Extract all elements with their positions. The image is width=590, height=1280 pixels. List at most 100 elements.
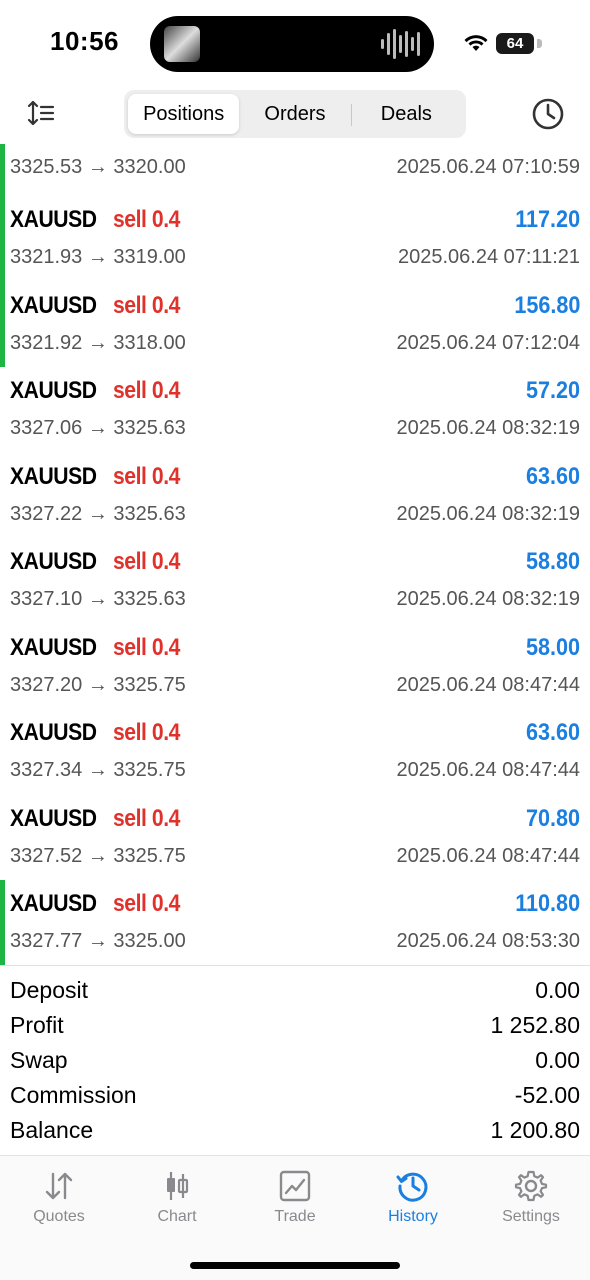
profit-value: 156.80 <box>513 291 580 319</box>
side-volume-label: sell 0.4 <box>112 377 180 404</box>
profit-value: 110.80 <box>515 890 580 917</box>
status-bar: 10:56 64 <box>0 0 590 88</box>
list-item[interactable]: XAUUSD sell 0.4 63.60 3327.34 → 3325.75 … <box>0 709 590 795</box>
summary-commission: Commission -52.00 <box>0 1079 590 1114</box>
summary-label: Deposit <box>10 977 88 1003</box>
profit-value: 57.20 <box>525 377 580 404</box>
tab-label: Trade <box>274 1208 316 1225</box>
symbol-label: XAUUSD <box>10 206 97 233</box>
trade-chart-icon <box>279 1170 311 1202</box>
segment-positions[interactable]: Positions <box>128 94 240 134</box>
list-item[interactable]: XAUUSD sell 0.4 58.00 3327.20 → 3325.75 … <box>0 624 590 710</box>
bottom-tab-bar: Quotes Chart Trade History Settings <box>0 1155 590 1280</box>
price-range: 3327.52 → 3325.75 <box>10 844 186 867</box>
summary-value: 0.00 <box>535 977 580 1003</box>
list-item[interactable]: XAUUSD sell 0.4 57.20 3327.06 → 3325.63 … <box>0 367 590 453</box>
audio-waveform-icon <box>381 28 420 60</box>
home-indicator[interactable] <box>190 1262 400 1269</box>
symbol-label: XAUUSD <box>10 462 97 490</box>
symbol-label: XAUUSD <box>10 804 97 832</box>
summary-value: 1 252.80 <box>490 1012 580 1038</box>
summary-value: 0.00 <box>535 1047 580 1073</box>
deal-time: 2025.06.24 08:53:30 <box>396 930 580 952</box>
symbol-label: XAUUSD <box>10 377 97 404</box>
side-volume-label: sell 0.4 <box>112 548 180 575</box>
list-item[interactable]: XAUUSD sell 0.4 63.60 3327.22 → 3325.63 … <box>0 453 590 539</box>
side-volume-label: sell 0.4 <box>112 804 180 832</box>
wifi-icon <box>464 35 488 51</box>
list-item[interactable]: XAUUSD sell 0.4 58.80 3327.10 → 3325.63 … <box>0 538 590 624</box>
profit-value: 70.80 <box>525 804 580 832</box>
tab-label: Quotes <box>33 1208 85 1225</box>
price-range: 3327.10 → 3325.63 <box>10 588 186 610</box>
quotes-arrows-icon <box>45 1172 73 1200</box>
period-clock-icon[interactable] <box>530 96 566 132</box>
price-range: 3321.93 → 3319.00 <box>10 246 186 268</box>
price-range: 3327.22 → 3325.63 <box>10 502 186 525</box>
profit-value: 58.80 <box>525 548 580 575</box>
deal-time: 2025.06.24 08:32:19 <box>396 502 580 525</box>
profit-accent-bar <box>0 281 5 367</box>
status-time: 10:56 <box>50 26 119 56</box>
deal-time: 2025.06.24 08:47:44 <box>396 673 580 696</box>
tab-trade[interactable]: Trade <box>236 1166 354 1226</box>
candlestick-icon <box>167 1172 189 1200</box>
deal-time: 2025.06.24 07:11:21 <box>397 246 580 268</box>
list-item[interactable]: XAUUSD sell 0.4 117.20 3321.93 → 3319.00… <box>0 196 590 282</box>
symbol-label: XAUUSD <box>10 291 97 319</box>
history-summary: Deposit 0.00 Profit 1 252.80 Swap 0.00 C… <box>0 965 590 1149</box>
profit-accent-bar <box>0 880 5 966</box>
history-clock-icon <box>396 1172 428 1202</box>
side-volume-label: sell 0.4 <box>112 206 180 233</box>
summary-balance: Balance 1 200.80 <box>0 1114 590 1149</box>
deal-time: 2025.06.24 08:32:19 <box>396 417 580 439</box>
list-item[interactable]: XAUUSD sell 0.4 156.80 3321.92 → 3318.00… <box>0 281 590 367</box>
symbol-label: XAUUSD <box>10 890 97 917</box>
symbol-label: XAUUSD <box>10 633 97 661</box>
dynamic-island <box>150 16 434 72</box>
deal-time: 2025.06.24 08:47:44 <box>396 844 580 867</box>
profit-value: 58.00 <box>525 633 580 661</box>
history-list: 3325.53 → 3320.00 2025.06.24 07:10:59 XA… <box>0 144 590 966</box>
side-volume-label: sell 0.4 <box>112 291 180 319</box>
profit-accent-bar <box>0 196 5 282</box>
tab-quotes[interactable]: Quotes <box>0 1166 118 1226</box>
tab-label: Chart <box>157 1208 197 1225</box>
deal-time: 2025.06.24 07:12:04 <box>396 331 580 354</box>
summary-label: Balance <box>10 1117 94 1143</box>
deal-time: 2025.06.24 08:32:19 <box>396 588 580 610</box>
profit-value: 63.60 <box>525 462 580 490</box>
side-volume-label: sell 0.4 <box>112 890 180 917</box>
price-range: 3327.34 → 3325.75 <box>10 759 186 781</box>
side-volume-label: sell 0.4 <box>112 719 180 746</box>
symbol-label: XAUUSD <box>10 719 97 746</box>
tab-history[interactable]: History <box>354 1166 472 1226</box>
tab-chart[interactable]: Chart <box>118 1166 236 1226</box>
tab-label: Settings <box>502 1208 560 1225</box>
price-range: 3325.53 → 3320.00 <box>10 156 186 178</box>
now-playing-artwork <box>164 26 200 62</box>
sort-icon[interactable] <box>26 98 56 128</box>
battery-indicator: 64 <box>496 33 542 54</box>
side-volume-label: sell 0.4 <box>112 462 180 490</box>
price-range: 3327.06 → 3325.63 <box>10 417 186 439</box>
deal-time: 2025.06.24 08:47:44 <box>396 759 580 781</box>
side-volume-label: sell 0.4 <box>112 633 180 661</box>
price-range: 3327.20 → 3325.75 <box>10 673 186 696</box>
segment-orders[interactable]: Orders <box>239 94 350 134</box>
list-item[interactable]: 3325.53 → 3320.00 2025.06.24 07:10:59 <box>0 144 590 196</box>
list-item[interactable]: XAUUSD sell 0.4 70.80 3327.52 → 3325.75 … <box>0 795 590 881</box>
summary-label: Commission <box>10 1082 137 1108</box>
tab-settings[interactable]: Settings <box>472 1166 590 1226</box>
gear-icon <box>514 1170 548 1202</box>
profit-value: 63.60 <box>525 719 580 746</box>
price-range: 3321.92 → 3318.00 <box>10 331 186 354</box>
summary-label: Swap <box>10 1047 68 1073</box>
summary-label: Profit <box>10 1012 64 1038</box>
segment-deals[interactable]: Deals <box>350 94 462 134</box>
list-item[interactable]: XAUUSD sell 0.4 110.80 3327.77 → 3325.00… <box>0 880 590 966</box>
summary-profit: Profit 1 252.80 <box>0 1009 590 1044</box>
history-segmented-control: Positions Orders Deals <box>124 90 466 138</box>
summary-value: -52.00 <box>514 1082 580 1108</box>
deal-time: 2025.06.24 07:10:59 <box>396 156 580 178</box>
